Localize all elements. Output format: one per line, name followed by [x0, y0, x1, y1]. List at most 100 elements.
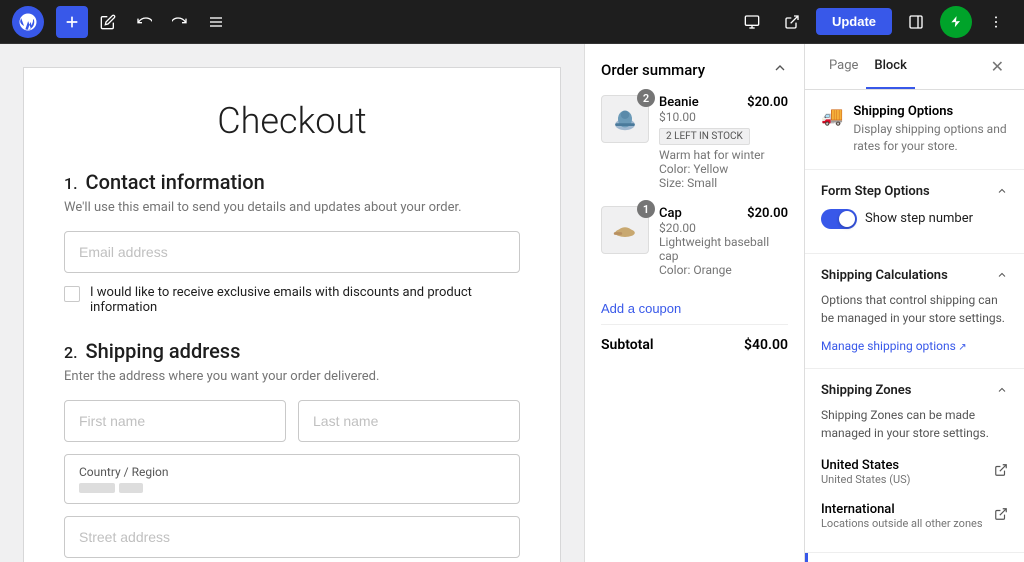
subtotal-label: Subtotal	[601, 337, 654, 353]
subtotal-value: $40.00	[744, 337, 788, 353]
contact-title: Contact information	[86, 170, 265, 194]
contact-section: 1. Contact information We'll use this em…	[64, 170, 520, 315]
beanie-image	[611, 105, 639, 133]
email-input-wrapper	[64, 231, 520, 273]
desktop-preview-button[interactable]	[736, 6, 768, 38]
redo-icon	[172, 14, 188, 30]
undo-icon	[136, 14, 152, 30]
newsletter-checkbox[interactable]	[64, 286, 80, 302]
wp-logo-icon	[18, 12, 38, 32]
last-name-col	[298, 400, 520, 442]
country-wrapper: Country / Region	[64, 454, 520, 504]
shipping-step-number: 2.	[64, 343, 78, 362]
chevron-up-icon-2	[996, 269, 1008, 281]
item-color-cap: Color: Orange	[659, 263, 788, 277]
editor-content: Checkout 1. Contact information We'll us…	[24, 68, 560, 562]
zone-us-edit-button[interactable]	[994, 463, 1008, 480]
form-step-options-title: Form Step Options	[821, 184, 930, 199]
external-link-icon	[784, 14, 800, 30]
list-view-button[interactable]	[200, 6, 232, 38]
subtotal-row: Subtotal $40.00	[601, 324, 788, 365]
item-badge-beanie: 2	[637, 89, 655, 107]
street-row	[64, 516, 520, 558]
sidebar-close-button[interactable]: ✕	[987, 53, 1008, 81]
tab-block[interactable]: Block	[866, 44, 914, 89]
item-desc-beanie: Warm hat for winter	[659, 148, 788, 162]
shipping-zones-title: Shipping Zones	[821, 383, 912, 398]
toolbar-right: Update	[736, 6, 1012, 38]
form-step-options-section: Form Step Options Show step number	[805, 170, 1024, 254]
form-step-options-header[interactable]: Form Step Options	[821, 184, 1008, 199]
zone-us: United States United States (US)	[821, 450, 1008, 494]
item-price-beanie: $20.00	[747, 95, 788, 110]
country-row: Country / Region	[64, 454, 520, 504]
last-name-input[interactable]	[298, 400, 520, 442]
show-step-number-row: Show step number	[821, 199, 1008, 239]
shipping-section: 2. Shipping address Enter the address wh…	[64, 339, 520, 558]
toggle-knob	[839, 211, 855, 227]
manage-shipping-link[interactable]: Manage shipping options	[821, 339, 967, 353]
add-block-button[interactable]	[56, 6, 88, 38]
shipping-calculations-section: Shipping Calculations Options that contr…	[805, 254, 1024, 369]
list-icon	[208, 14, 224, 30]
show-step-number-label: Show step number	[865, 211, 973, 226]
item-details-beanie: Beanie $20.00 $10.00 2 LEFT IN STOCK War…	[659, 95, 788, 190]
more-options-button[interactable]	[980, 6, 1012, 38]
country-label: Country / Region	[79, 465, 505, 479]
sidebar-toggle-button[interactable]	[900, 6, 932, 38]
shipping-zones-header[interactable]: Shipping Zones	[821, 383, 1008, 398]
external-link-icon-2	[994, 463, 1008, 477]
shipping-header: 2. Shipping address	[64, 339, 520, 363]
first-name-col	[64, 400, 286, 442]
show-step-number-toggle[interactable]	[821, 209, 857, 229]
shipping-options-info: Shipping Options Display shipping option…	[853, 104, 1008, 155]
order-item-cap: 1 Cap $20.00 $20.00 Lightweight baseball…	[601, 206, 788, 277]
zone-international: International Locations outside all othe…	[821, 494, 1008, 538]
item-badge-cap: 1	[637, 200, 655, 218]
item-stock-beanie: 2 LEFT IN STOCK	[659, 128, 750, 145]
checkout-title: Checkout	[64, 100, 520, 142]
first-name-wrapper	[64, 400, 286, 442]
last-name-wrapper	[298, 400, 520, 442]
zone-intl-edit-button[interactable]	[994, 507, 1008, 524]
item-price-cap: $20.00	[747, 206, 788, 221]
email-input[interactable]	[64, 231, 520, 273]
main-layout: Checkout 1. Contact information We'll us…	[0, 44, 1024, 562]
shipping-calculations-header[interactable]: Shipping Calculations	[821, 268, 1008, 283]
shipping-options-title: Shipping Options	[853, 104, 1008, 119]
redo-button[interactable]	[164, 6, 196, 38]
item-subprice-beanie: $10.00	[659, 110, 788, 124]
newsletter-label: I would like to receive exclusive emails…	[90, 285, 520, 315]
chevron-up-icon	[996, 185, 1008, 197]
zone-us-name: United States	[821, 458, 910, 473]
zone-intl-name: International	[821, 502, 983, 517]
shipping-title: Shipping address	[86, 339, 241, 363]
shipping-subtitle: Enter the address where you want your or…	[64, 369, 520, 384]
warning-banner: Some extensions don't yet support this b…	[805, 553, 1016, 562]
chevron-up-icon-3	[996, 384, 1008, 396]
pencil-icon	[100, 14, 116, 30]
sidebar-icon	[908, 14, 924, 30]
order-summary-collapse-button[interactable]	[772, 60, 788, 79]
edit-button[interactable]	[92, 6, 124, 38]
shipping-options-description: Display shipping options and rates for y…	[853, 121, 1008, 155]
shipping-calc-description: Options that control shipping can be man…	[821, 291, 1008, 327]
cap-image	[611, 216, 639, 244]
update-button[interactable]: Update	[816, 8, 892, 35]
add-coupon-button[interactable]: Add a coupon	[601, 293, 681, 324]
street-input[interactable]	[64, 516, 520, 558]
newsletter-checkbox-row: I would like to receive exclusive emails…	[64, 285, 520, 315]
woocommerce-button[interactable]	[940, 6, 972, 38]
external-link-button[interactable]	[776, 6, 808, 38]
order-item-beanie: 2 Beanie $20.00 $10.00 2 LEFT IN STOCK W…	[601, 95, 788, 190]
shipping-options-block: 🚚 Shipping Options Display shipping opti…	[805, 90, 1024, 170]
item-size-beanie: Size: Small	[659, 176, 788, 190]
wp-sidebar: Page Block ✕ 🚚 Shipping Options Display …	[804, 44, 1024, 562]
undo-button[interactable]	[128, 6, 160, 38]
toolbar: Update	[0, 0, 1024, 44]
tab-page[interactable]: Page	[821, 44, 866, 89]
shipping-zones-description: Shipping Zones can be made managed in yo…	[821, 406, 1008, 442]
item-details-cap: Cap $20.00 $20.00 Lightweight baseball c…	[659, 206, 788, 277]
wp-logo-button[interactable]	[12, 6, 44, 38]
first-name-input[interactable]	[64, 400, 286, 442]
